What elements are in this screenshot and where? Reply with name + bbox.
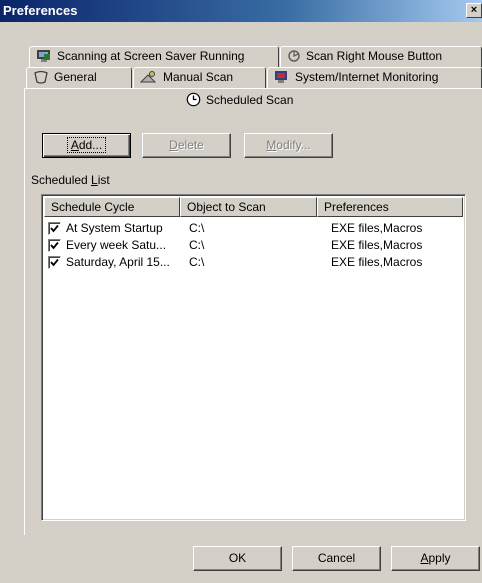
cell-object-to-scan: C:\ bbox=[189, 255, 205, 269]
tab-screen-saver-scan[interactable]: Scanning at Screen Saver Running bbox=[29, 46, 279, 67]
row-checkbox[interactable] bbox=[48, 256, 61, 269]
screen-saver-icon bbox=[36, 49, 52, 66]
column-header-schedule-cycle[interactable]: Schedule Cycle bbox=[44, 197, 180, 217]
tab-manual-scan[interactable]: Manual Scan bbox=[133, 67, 266, 88]
apply-button[interactable]: Apply bbox=[391, 546, 480, 571]
tab-label: Scheduled Scan bbox=[206, 93, 294, 107]
delete-button[interactable]: Delete bbox=[142, 133, 231, 158]
ok-button[interactable]: OK bbox=[193, 546, 282, 571]
tab-right-mouse-scan[interactable]: Scan Right Mouse Button bbox=[280, 46, 482, 67]
cell-preferences: EXE files,Macros bbox=[331, 255, 423, 269]
cell-object-to-scan: C:\ bbox=[189, 221, 205, 235]
column-header-object-to-scan[interactable]: Object to Scan bbox=[180, 197, 317, 217]
tab-general[interactable]: General bbox=[26, 67, 132, 88]
cell-preferences: EXE files,Macros bbox=[331, 221, 423, 235]
cell-preferences: EXE files,Macros bbox=[331, 238, 423, 252]
close-button[interactable]: × bbox=[466, 3, 482, 18]
monitor-icon bbox=[274, 70, 290, 87]
tab-system-internet-monitoring[interactable]: System/Internet Monitoring bbox=[267, 67, 482, 88]
title-bar: Preferences × bbox=[0, 0, 482, 22]
scheduled-list-label: Scheduled List bbox=[31, 173, 110, 187]
modify-button[interactable]: Modify... bbox=[244, 133, 333, 158]
tab-label: Scanning at Screen Saver Running bbox=[57, 49, 245, 63]
mouse-button-icon bbox=[287, 49, 301, 66]
tab-label: Scan Right Mouse Button bbox=[306, 49, 443, 63]
tab-label: System/Internet Monitoring bbox=[295, 70, 439, 84]
row-checkbox[interactable] bbox=[48, 239, 61, 252]
add-button[interactable]: Add... bbox=[42, 133, 131, 158]
general-icon bbox=[33, 70, 49, 87]
modify-button-label: Modify... bbox=[266, 138, 311, 152]
close-icon: × bbox=[470, 4, 478, 16]
cancel-button[interactable]: Cancel bbox=[292, 546, 381, 571]
tab-label: General bbox=[54, 70, 97, 84]
window-title: Preferences bbox=[3, 3, 78, 18]
column-header-preferences[interactable]: Preferences bbox=[317, 197, 463, 217]
cell-object-to-scan: C:\ bbox=[189, 238, 205, 252]
clock-icon bbox=[186, 92, 201, 110]
scheduled-list[interactable]: Schedule Cycle Object to Scan Preference… bbox=[41, 194, 466, 521]
row-checkbox[interactable] bbox=[48, 222, 61, 235]
tab-label: Manual Scan bbox=[163, 70, 234, 84]
cell-schedule-cycle: Every week Satu... bbox=[66, 238, 167, 252]
delete-button-label: Delete bbox=[169, 138, 204, 152]
cell-schedule-cycle: Saturday, April 15... bbox=[66, 255, 170, 269]
manual-scan-icon bbox=[139, 70, 158, 87]
cell-schedule-cycle: At System Startup bbox=[66, 221, 163, 235]
add-button-label: Add... bbox=[66, 137, 107, 153]
tab-scheduled-scan[interactable]: Scheduled Scan bbox=[180, 90, 340, 114]
apply-button-label: Apply bbox=[420, 551, 451, 565]
